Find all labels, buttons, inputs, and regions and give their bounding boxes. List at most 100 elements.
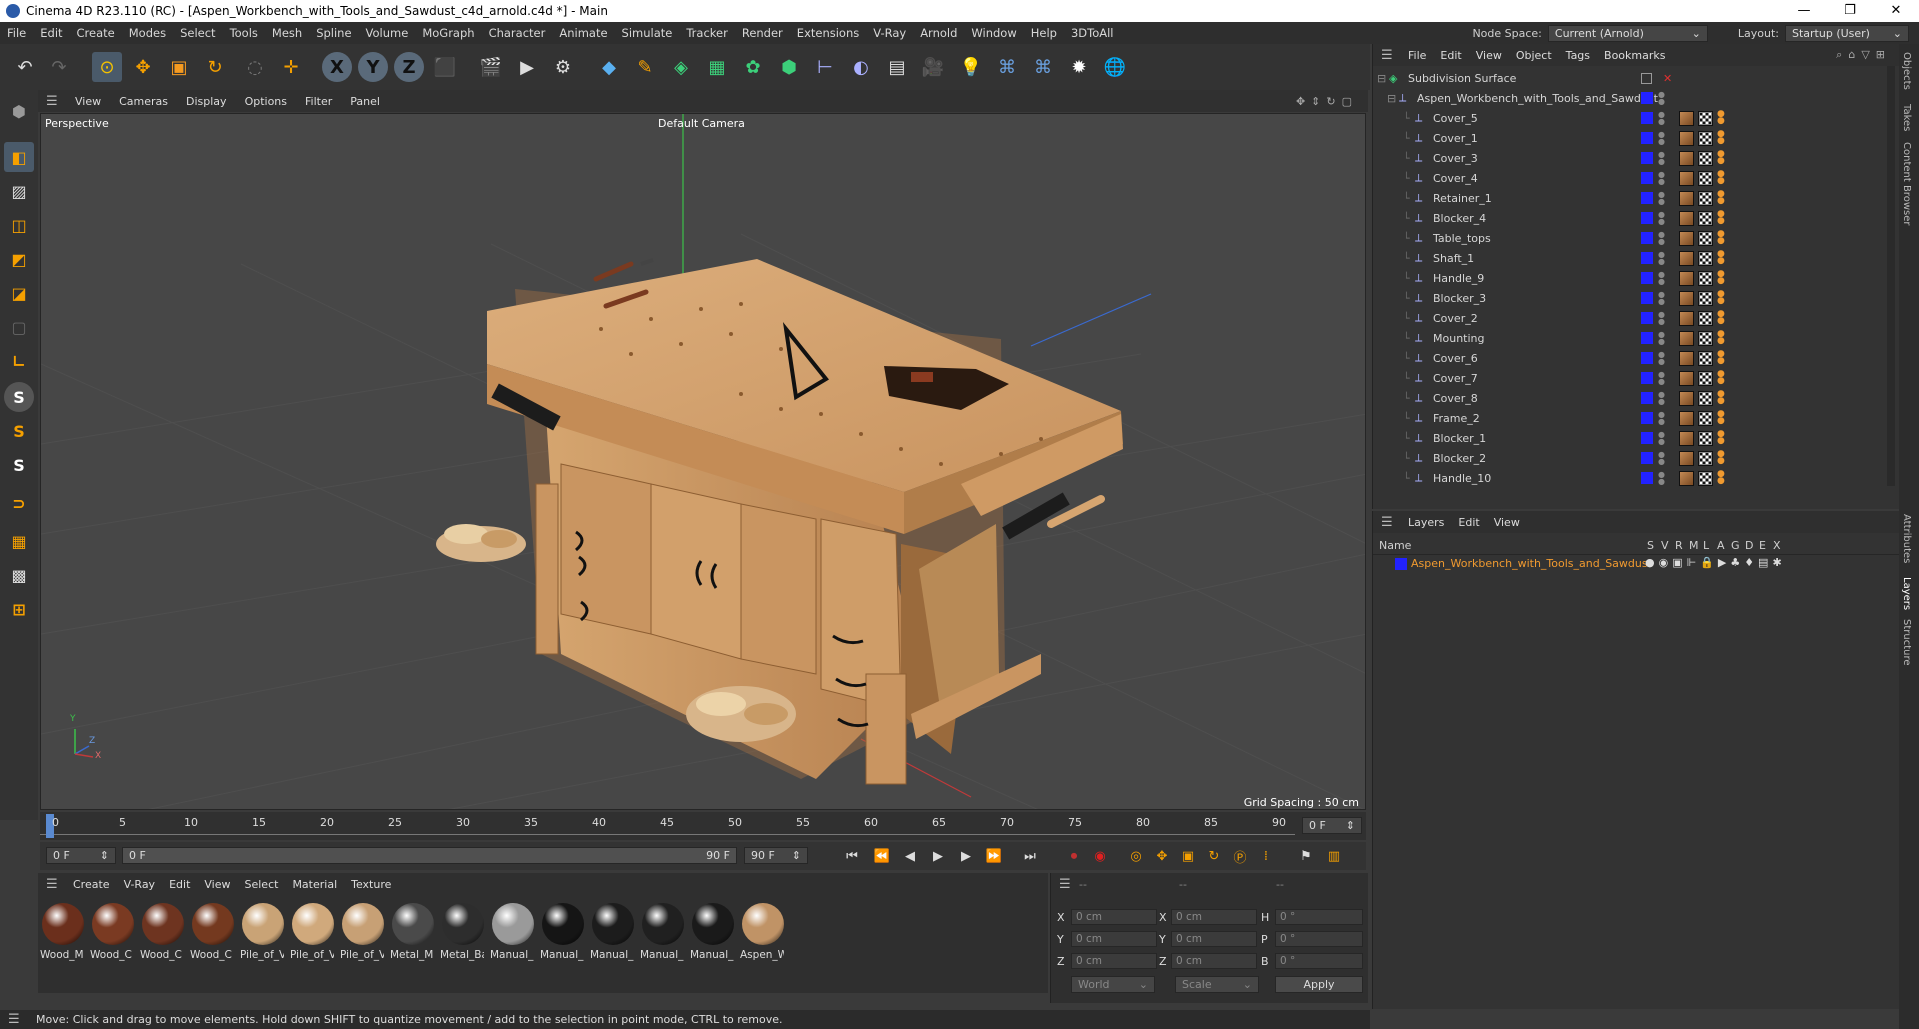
uv-tag-icon[interactable]: ● ● <box>1717 170 1725 186</box>
visibility-dots-icon[interactable]: ● ● <box>1658 251 1665 266</box>
layer-color-swatch[interactable] <box>1641 232 1653 244</box>
viewport-menu-options[interactable]: Options <box>236 95 296 108</box>
checker-material-tag-icon[interactable] <box>1698 210 1713 226</box>
snap-settings-icon[interactable]: S <box>4 416 34 446</box>
layout-dropdown[interactable]: Startup (User) ⌄ <box>1785 24 1909 42</box>
visibility-dots-icon[interactable]: ● ● <box>1658 431 1665 446</box>
lock-workplane-icon[interactable]: ▩ <box>4 560 34 590</box>
checker-material-tag-icon[interactable] <box>1698 410 1713 426</box>
material-menu-view[interactable]: View <box>197 878 237 891</box>
hamburger-icon[interactable]: ☰ <box>1381 48 1395 63</box>
checker-material-tag-icon[interactable] <box>1698 230 1713 246</box>
visibility-dots-icon[interactable]: ● ● <box>1658 91 1665 106</box>
maximize-button[interactable]: ❐ <box>1827 0 1873 22</box>
menu-help[interactable]: Help <box>1024 26 1064 40</box>
material-swatch[interactable]: Pile_of_V <box>290 903 336 961</box>
next-key-icon[interactable]: ⏩ <box>984 846 1004 866</box>
layer-color-swatch[interactable] <box>1641 272 1653 284</box>
menu-vray[interactable]: V-Ray <box>866 26 913 40</box>
viewport-menu-cameras[interactable]: Cameras <box>110 95 177 108</box>
checker-material-tag-icon[interactable] <box>1698 330 1713 346</box>
undo-icon[interactable]: ↶ <box>10 52 40 82</box>
globe-icon[interactable]: 🌐 <box>1100 52 1130 82</box>
node-space-dropdown[interactable]: Current (Arnold) ⌄ <box>1547 24 1708 42</box>
object-row-root[interactable]: ⊟ ◈ Subdivision Surface ✕ <box>1373 68 1878 88</box>
visibility-dots-icon[interactable]: ● ● <box>1658 211 1665 226</box>
play-icon[interactable]: ▶ <box>928 846 948 866</box>
menu-mesh[interactable]: Mesh <box>265 26 309 40</box>
uv-tag-icon[interactable]: ● ● <box>1717 190 1725 206</box>
material-swatch[interactable]: Aspen_W <box>740 903 786 961</box>
material-swatch[interactable]: Pile_of_V <box>340 903 386 961</box>
wood-material-tag-icon[interactable] <box>1679 470 1694 486</box>
motion-system-icon[interactable]: ⚑ <box>1296 846 1316 866</box>
render-view-icon[interactable]: 🎬 <box>476 52 506 82</box>
key-position-icon[interactable]: ✥ <box>1152 846 1172 866</box>
menu-extensions[interactable]: Extensions <box>790 26 866 40</box>
menu-edit[interactable]: Edit <box>33 26 69 40</box>
checker-material-tag-icon[interactable] <box>1698 150 1713 166</box>
timeline-icon[interactable]: ▥ <box>1324 846 1344 866</box>
material-swatch[interactable]: Manual_ <box>540 903 586 961</box>
object-row[interactable]: └ ⟂ Cover_2 ● ● ● ● <box>1373 308 1878 328</box>
disabled-x-icon[interactable]: ✕ <box>1663 72 1672 85</box>
visibility-dots-icon[interactable]: ● ● <box>1658 111 1665 126</box>
layer-color-swatch[interactable] <box>1641 332 1653 344</box>
object-row[interactable]: └ ⟂ Cover_1 ● ● ● ● <box>1373 128 1878 148</box>
layer-color-swatch[interactable] <box>1641 392 1653 404</box>
uv-tag-icon[interactable]: ● ● <box>1717 330 1725 346</box>
python-icon[interactable]: ⌘ <box>992 52 1022 82</box>
object-row[interactable]: └ ⟂ Blocker_3 ● ● ● ● <box>1373 288 1878 308</box>
material-menu-edit[interactable]: Edit <box>162 878 197 891</box>
uv-tag-icon[interactable]: ● ● <box>1717 430 1725 446</box>
layer-color-swatch[interactable] <box>1641 312 1653 324</box>
layer-color-swatch[interactable] <box>1641 112 1653 124</box>
checker-material-tag-icon[interactable] <box>1698 110 1713 126</box>
wood-material-tag-icon[interactable] <box>1679 250 1694 266</box>
visibility-dots-icon[interactable]: ● ● <box>1658 391 1665 406</box>
menu-tracker[interactable]: Tracker <box>679 26 735 40</box>
checker-material-tag-icon[interactable] <box>1698 350 1713 366</box>
3d-viewport[interactable]: Perspective Default Camera Grid Spacing … <box>40 113 1366 810</box>
field-icon[interactable]: ◐ <box>846 52 876 82</box>
previous-frame-icon[interactable]: ◀ <box>900 846 920 866</box>
uv-tag-icon[interactable]: ● ● <box>1717 410 1725 426</box>
layer-row[interactable]: Aspen_Workbench_with_Tools_and_Sawdust ●… <box>1373 555 1899 573</box>
visibility-dots-icon[interactable]: ● ● <box>1658 151 1665 166</box>
checker-material-tag-icon[interactable] <box>1698 270 1713 286</box>
checker-material-tag-icon[interactable] <box>1698 390 1713 406</box>
keyframe-selection-icon[interactable]: ◎ <box>1126 846 1146 866</box>
material-menu-material[interactable]: Material <box>285 878 344 891</box>
layer-menu-layers[interactable]: Layers <box>1401 516 1451 529</box>
visibility-dots-icon[interactable]: ● ● <box>1658 291 1665 306</box>
uv-tag-icon[interactable]: ● ● <box>1717 250 1725 266</box>
model-mode-icon[interactable]: ◧ <box>4 142 34 172</box>
wood-material-tag-icon[interactable] <box>1679 390 1694 406</box>
wood-material-tag-icon[interactable] <box>1679 210 1694 226</box>
uv-tag-icon[interactable]: ● ● <box>1717 110 1725 126</box>
object-row[interactable]: └ ⟂ Cover_8 ● ● ● ● <box>1373 388 1878 408</box>
object-row[interactable]: └ ⟂ Blocker_1 ● ● ● ● <box>1373 428 1878 448</box>
object-row[interactable]: └ ⟂ Retainer_1 ● ● ● ● <box>1373 188 1878 208</box>
hamburger-icon[interactable]: ☰ <box>1059 877 1073 892</box>
select-tool-icon[interactable]: ⊙ <box>92 52 122 82</box>
layer-color-swatch[interactable] <box>1641 192 1653 204</box>
visibility-dots-icon[interactable]: ● ● <box>1658 311 1665 326</box>
coordinate-system-icon[interactable]: ⬛ <box>430 52 460 82</box>
render-settings-icon[interactable]: ⚙ <box>548 52 578 82</box>
record-keys-icon[interactable]: ⏺ <box>1064 846 1084 866</box>
material-menu-select[interactable]: Select <box>238 878 286 891</box>
visibility-dots-icon[interactable]: ● ● <box>1658 171 1665 186</box>
object-row[interactable]: └ ⟂ Blocker_4 ● ● ● ● <box>1373 208 1878 228</box>
apply-button[interactable]: Apply <box>1275 976 1363 993</box>
edge-mode-icon[interactable]: ◩ <box>4 244 34 274</box>
checker-material-tag-icon[interactable] <box>1698 450 1713 466</box>
wood-material-tag-icon[interactable] <box>1679 370 1694 386</box>
menu-modes[interactable]: Modes <box>122 26 173 40</box>
visibility-dots-icon[interactable]: ● ● <box>1658 451 1665 466</box>
menu-spline[interactable]: Spline <box>309 26 358 40</box>
object-row-group[interactable]: ⊟ ⟂ Aspen_Workbench_with_Tools_and_Sawdu… <box>1373 88 1878 108</box>
add-axis-icon[interactable]: ✛ <box>276 52 306 82</box>
timeline-ruler[interactable]: 0 5 10 15 20 25 30 35 40 45 50 55 60 65 … <box>40 812 1366 840</box>
viewport-menu-filter[interactable]: Filter <box>296 95 341 108</box>
